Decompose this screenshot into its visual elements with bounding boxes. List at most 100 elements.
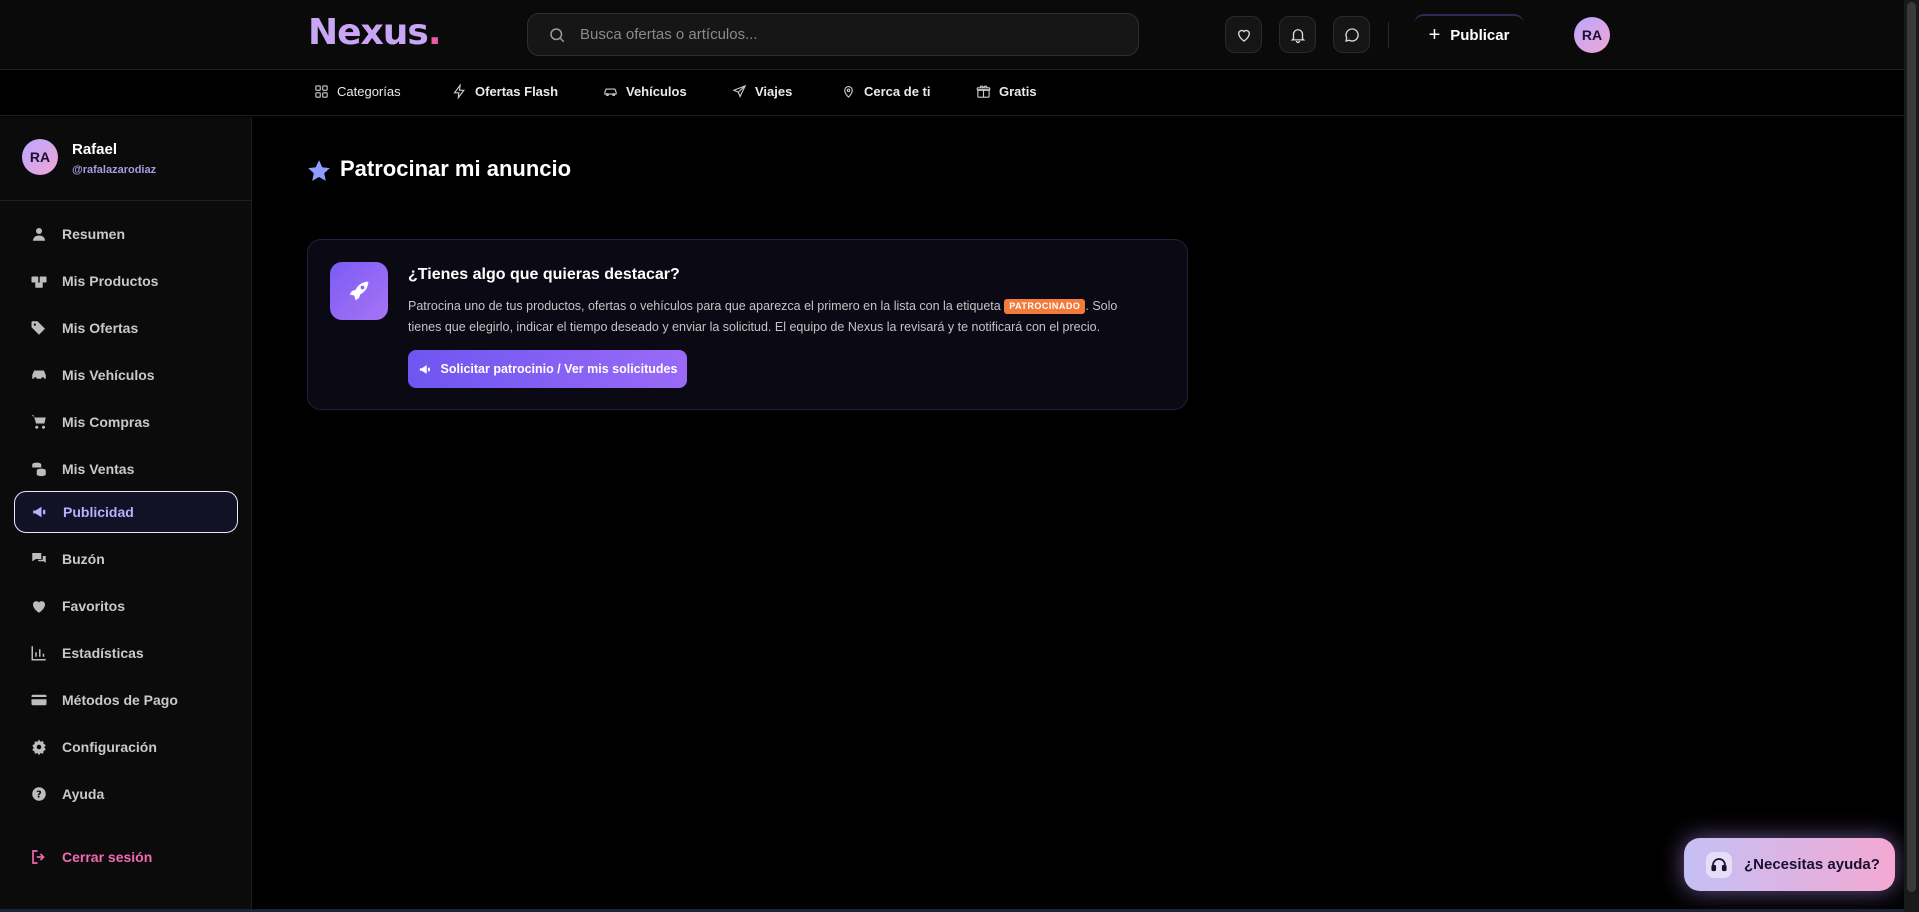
- star-icon: [308, 160, 330, 181]
- sidebar-item-label: Buzón: [62, 551, 105, 567]
- credit-card-icon: [31, 694, 47, 706]
- headset-icon: [1706, 851, 1732, 878]
- chat-bubbles-icon: [32, 553, 46, 563]
- sidebar-item-label: Mis Ofertas: [62, 320, 139, 336]
- logo[interactable]: Nexus.: [308, 12, 441, 53]
- search-bar[interactable]: [527, 13, 1139, 56]
- sidebar-item-label: Favoritos: [62, 598, 126, 614]
- card-title: ¿Tienes algo que quieras destacar?: [408, 266, 680, 283]
- sidebar-item-label: Mis Productos: [62, 273, 159, 289]
- header-divider: [1388, 22, 1389, 48]
- sidebar-item-label: Ayuda: [62, 786, 105, 802]
- nav-viajes[interactable]: Viajes: [732, 84, 792, 99]
- boxes-icon: [31, 276, 47, 288]
- megaphone-icon: [33, 506, 46, 518]
- sidebar-item-estadisticas[interactable]: Estadísticas: [14, 632, 238, 674]
- help-label: ¿Necesitas ayuda?: [1744, 856, 1880, 873]
- publish-label: Publicar: [1450, 26, 1510, 44]
- top-header: Nexus. + Publicar RA: [0, 0, 1919, 70]
- nav-label: Vehículos: [626, 84, 687, 99]
- user-icon: [33, 228, 45, 241]
- page-title: Patrocinar mi anuncio: [340, 156, 572, 181]
- heart-icon: [33, 601, 45, 613]
- nav-label: Gratis: [999, 84, 1037, 99]
- plus-icon: +: [1428, 24, 1441, 46]
- nav-vehiculos[interactable]: Vehículos: [603, 84, 687, 99]
- user-handle: @rafalazarodiaz: [72, 164, 157, 176]
- logo-text: Nexus: [308, 12, 429, 53]
- search-input[interactable]: [580, 26, 1120, 43]
- megaphone-icon: [419, 364, 430, 374]
- bar-chart-icon: [31, 646, 46, 661]
- sidebar-item-resumen[interactable]: Resumen: [14, 213, 238, 255]
- card-text-part: Patrocina uno de tus productos, ofertas …: [408, 299, 1005, 313]
- nav-ofertas-flash[interactable]: Ofertas Flash: [452, 84, 558, 99]
- sidebar-item-buzon[interactable]: Buzón: [14, 538, 238, 580]
- car-icon: [32, 370, 46, 381]
- sidebar-item-ayuda[interactable]: ? Ayuda: [14, 773, 238, 815]
- page-scrollbar[interactable]: [1904, 0, 1919, 912]
- sidebar: RA Rafael @rafalazarodiaz Resumen Mis Pr…: [0, 117, 252, 912]
- logo-dot: .: [427, 12, 442, 53]
- sidebar-item-mis-productos[interactable]: Mis Productos: [14, 260, 238, 302]
- nav-label: Cerca de ti: [864, 84, 931, 99]
- svg-text:?: ?: [36, 789, 42, 800]
- tags-icon: [31, 321, 45, 335]
- nav-cerca-de-ti[interactable]: Cerca de ti: [841, 84, 930, 99]
- sidebar-item-metodos-de-pago[interactable]: Métodos de Pago: [14, 679, 238, 721]
- messages-button[interactable]: [1333, 16, 1370, 53]
- card-description: Patrocina uno de tus productos, ofertas …: [408, 296, 1148, 338]
- sidebar-item-publicidad[interactable]: Publicidad: [14, 491, 238, 533]
- sidebar-profile[interactable]: RA Rafael @rafalazarodiaz: [0, 117, 251, 201]
- sponsor-card: ¿Tienes algo que quieras destacar? Patro…: [307, 239, 1188, 410]
- favorites-button[interactable]: [1225, 16, 1262, 53]
- user-avatar[interactable]: RA: [1574, 17, 1610, 53]
- gift-icon: [976, 85, 991, 98]
- cart-icon: [31, 415, 46, 429]
- lightning-icon: [453, 84, 465, 99]
- logout-icon: [32, 850, 45, 864]
- search-icon: [550, 27, 565, 42]
- plane-icon: [732, 84, 747, 98]
- chat-bubble-icon: [1344, 27, 1359, 42]
- nav-categorias[interactable]: Categorías: [314, 84, 401, 99]
- sidebar-avatar: RA: [22, 139, 58, 175]
- gear-icon: [32, 739, 46, 756]
- question-icon: ?: [32, 787, 46, 801]
- logout-label: Cerrar sesión: [62, 849, 153, 865]
- nav-gratis[interactable]: Gratis: [976, 84, 1037, 99]
- sponsored-badge: PATROCINADO: [1004, 299, 1086, 314]
- request-sponsorship-button[interactable]: Solicitar patrocinio / Ver mis solicitud…: [408, 350, 687, 388]
- rocket-icon: [349, 281, 369, 301]
- sidebar-item-mis-compras[interactable]: Mis Compras: [14, 401, 238, 443]
- rocket-icon-tile: [330, 262, 388, 320]
- sidebar-item-favoritos[interactable]: Favoritos: [14, 585, 238, 627]
- sidebar-item-label: Configuración: [62, 739, 157, 755]
- sidebar-item-label: Mis Vehículos: [62, 367, 155, 383]
- car-icon: [604, 88, 617, 97]
- nav-label: Categorías: [337, 84, 401, 99]
- sidebar-item-label: Mis Ventas: [62, 461, 135, 477]
- sidebar-item-label: Métodos de Pago: [62, 692, 178, 708]
- notifications-button[interactable]: [1279, 16, 1316, 53]
- sidebar-item-label: Mis Compras: [62, 414, 150, 430]
- location-pin-icon: [844, 85, 853, 98]
- sidebar-item-mis-ventas[interactable]: Mis Ventas: [14, 448, 238, 490]
- coins-icon: [32, 462, 46, 477]
- bell-icon: [1290, 28, 1305, 43]
- sidebar-item-configuracion[interactable]: Configuración: [14, 726, 238, 768]
- scrollbar-thumb[interactable]: [1907, 2, 1916, 892]
- grid-icon: [315, 85, 328, 98]
- logout-button[interactable]: Cerrar sesión: [14, 836, 238, 878]
- nav-label: Ofertas Flash: [475, 84, 559, 99]
- heart-icon: [1237, 29, 1250, 42]
- category-nav: Categorías Ofertas Flash Vehículos Viaje…: [0, 71, 1919, 116]
- sidebar-item-label: Resumen: [62, 226, 126, 242]
- sidebar-item-label: Estadísticas: [62, 645, 144, 661]
- sidebar-item-mis-vehiculos[interactable]: Mis Vehículos: [14, 354, 238, 396]
- sidebar-item-label: Publicidad: [63, 504, 134, 520]
- sidebar-item-mis-ofertas[interactable]: Mis Ofertas: [14, 307, 238, 349]
- request-sponsorship-label: Solicitar patrocinio / Ver mis solicitud…: [440, 362, 678, 376]
- publish-button[interactable]: + Publicar: [1414, 14, 1524, 54]
- help-button[interactable]: ¿Necesitas ayuda?: [1684, 838, 1895, 891]
